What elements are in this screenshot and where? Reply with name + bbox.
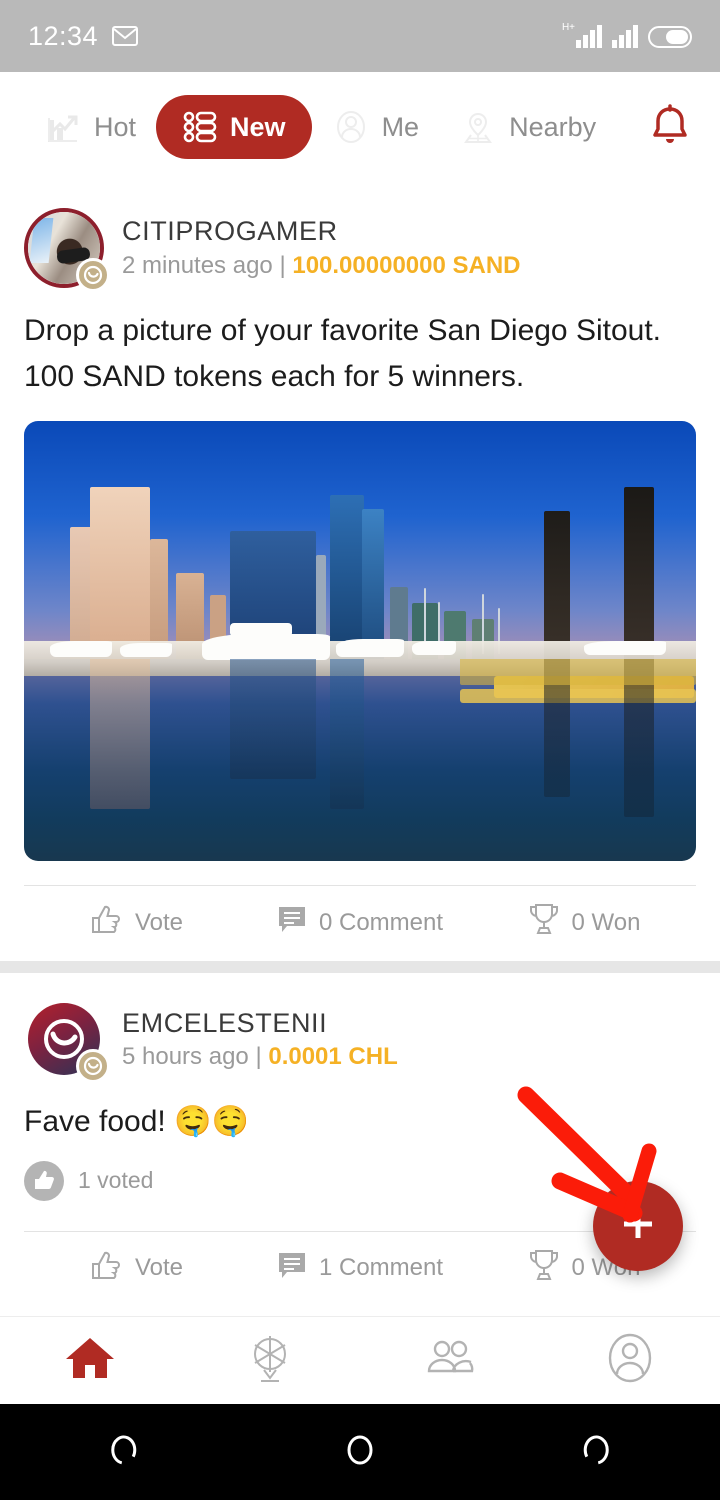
won-button[interactable]: 0 Won [472,902,696,943]
wheel-icon [246,1332,294,1389]
status-time: 12:34 [28,20,99,51]
recents-icon [583,1430,617,1475]
thumbs-up-filled-icon [24,1160,64,1201]
status-bar-left: 12:34 [28,20,139,52]
post-header: CITIPROGAMER 2 minutes ago | 100.0000000… [24,182,696,296]
post-body: Fave food! 🤤🤤 [24,1087,696,1151]
comment-button[interactable]: 1 Comment [248,1250,472,1287]
status-bar: 12:34 H+ [0,0,720,72]
post-username[interactable]: CITIPROGAMER [122,216,521,247]
vote-label: Vote [134,1254,184,1282]
thumbs-up-icon [89,902,123,943]
voted-summary[interactable]: 1 voted [24,1151,696,1207]
post-header: EMCELESTENII 5 hours ago | 0.0001 CHL [24,973,696,1087]
bell-icon[interactable] [648,101,696,154]
create-post-fab[interactable] [593,1181,683,1271]
map-pin-icon [459,108,497,146]
comment-icon [277,904,307,941]
status-bar-right: H+ [561,22,692,48]
trophy-icon [528,902,560,943]
post-timestamp: 5 hours ago [122,1042,249,1070]
chart-up-icon [44,108,82,146]
verified-badge-icon [76,1049,110,1084]
network-type-label: H+ [561,22,575,33]
home-circle-icon [343,1430,377,1475]
signal-hplus-icon: H+ [561,22,602,48]
avatar[interactable] [24,999,110,1084]
tab-me-label: Me [381,111,420,142]
plus-icon [616,1202,660,1251]
section-divider-between-posts [0,961,720,974]
post-username[interactable]: EMCELESTENII [122,1008,398,1039]
thumbs-up-icon [89,1248,123,1289]
battery-icon [648,26,692,48]
post-body-line-2: 100 SAND tokens each for 5 winners. [24,359,525,393]
post-subline: 2 minutes ago | 100.00000000 SAND [122,252,521,280]
drooling-face-emoji: 🤤🤤 [174,1105,249,1139]
tab-nearby[interactable]: Nearby [439,98,616,156]
post-body-text: Fave food! [24,1105,166,1139]
comment-label: 0 Comment [318,908,444,936]
won-label: 0 Won [571,908,641,936]
verified-badge-icon [76,258,110,292]
tab-new-label: New [230,111,286,142]
post-reward: 100.00000000 SAND [292,251,521,279]
post-meta: CITIPROGAMER 2 minutes ago | 100.0000000… [122,216,521,279]
person-icon [332,108,370,146]
tab-hot[interactable]: Hot [24,98,156,156]
post-action-bar: Vote 0 Comment 0 Won [24,885,696,961]
nav-people[interactable] [360,1317,540,1404]
avatar[interactable] [24,208,110,292]
profile-icon [605,1331,655,1390]
vote-button[interactable]: Vote [24,902,248,943]
post-meta: EMCELESTENII 5 hours ago | 0.0001 CHL [122,1008,398,1071]
android-home-button[interactable] [240,1430,480,1475]
trophy-icon [528,1248,560,1289]
comment-button[interactable]: 0 Comment [248,904,472,941]
meta-separator: | [279,251,286,279]
signal-bars-icon [612,24,638,48]
android-recents-button[interactable] [480,1430,720,1475]
post-reward: 0.0001 CHL [268,1042,398,1070]
android-back-button[interactable] [0,1430,240,1475]
nav-profile[interactable] [540,1317,720,1404]
top-tab-bar: Hot New Me Nearby [0,72,720,182]
voted-count-label: 1 voted [78,1167,154,1194]
nav-home[interactable] [0,1317,180,1416]
list-icon [182,109,218,145]
tab-nearby-label: Nearby [509,111,597,142]
home-icon [64,1334,116,1387]
gmail-icon [112,26,139,46]
vote-label: Vote [134,908,184,936]
android-navigation-bar [0,1404,720,1500]
post-body-line-1: Drop a picture of your favorite San Dieg… [24,314,662,347]
comment-label: 1 Comment [318,1254,444,1282]
tab-me[interactable]: Me [312,98,440,156]
post-body: Drop a picture of your favorite San Dieg… [24,296,696,405]
comment-icon [277,1250,307,1287]
bottom-navigation [0,1316,720,1416]
post-card[interactable]: CITIPROGAMER 2 minutes ago | 100.0000000… [0,182,720,962]
post-image[interactable] [24,421,696,862]
people-icon [423,1338,477,1383]
vote-button[interactable]: Vote [24,1248,248,1289]
tab-list: Hot New Me Nearby [24,95,648,159]
back-icon [103,1430,137,1475]
post-subline: 5 hours ago | 0.0001 CHL [122,1043,398,1071]
meta-separator: | [255,1042,262,1070]
tab-new[interactable]: New [156,95,312,159]
tab-hot-label: Hot [94,111,137,142]
nav-explore[interactable] [180,1317,360,1404]
post-timestamp: 2 minutes ago [122,251,273,279]
